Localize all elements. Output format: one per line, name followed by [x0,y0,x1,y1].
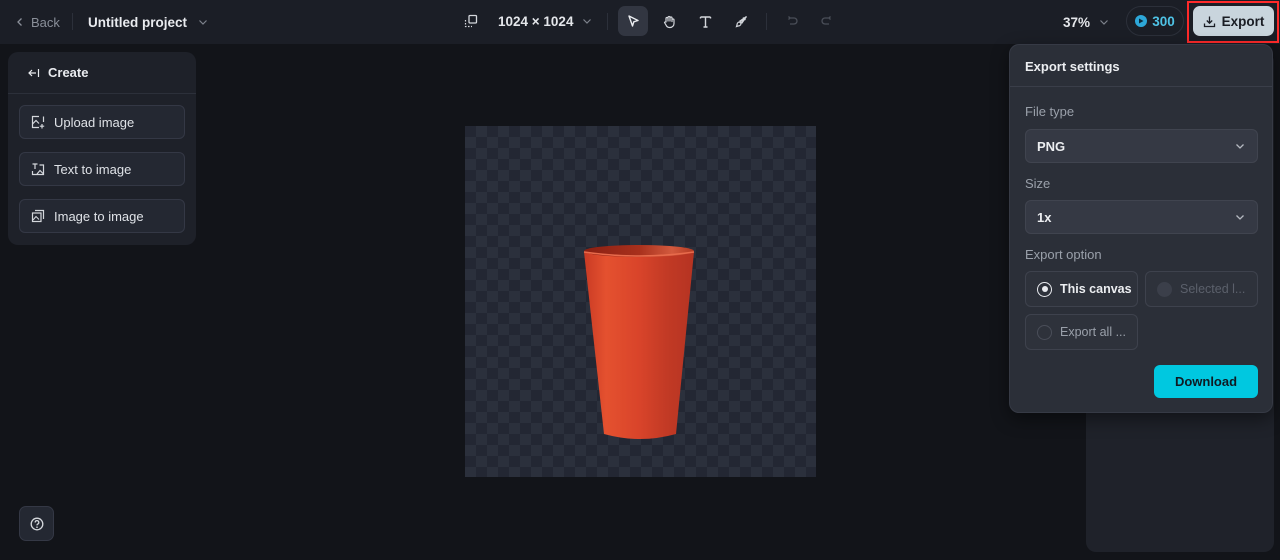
chevron-down-icon [1236,144,1244,149]
collapse-panel-icon [28,68,40,77]
brush-icon [735,15,747,27]
export-button[interactable]: Export [1193,6,1274,36]
chevron-down-icon [583,19,592,24]
file-type-value: PNG [1037,138,1066,154]
top-bar: Back Untitled project 1024 × 1024 37% 30… [0,0,1280,44]
chevron-down-icon [1100,20,1108,25]
text-tool-button[interactable] [690,6,720,36]
hand-tool-button[interactable] [654,6,684,36]
back-label: Back [31,14,60,30]
radio-disabled-icon [1157,281,1172,297]
text-to-image-button[interactable]: Text to image [19,152,185,186]
image-to-image-label: Image to image [54,208,144,224]
credits-count: 300 [1152,13,1175,29]
option-export-all[interactable]: Export all ... [1025,314,1138,350]
upload-image-icon [31,115,45,129]
option-label: This canvas [1060,282,1132,296]
brush-tool-button[interactable] [726,6,756,36]
divider [607,12,609,30]
credits-badge[interactable]: 300 [1126,6,1184,36]
option-this-canvas[interactable]: This canvas [1025,271,1138,307]
back-button[interactable]: Back [15,12,60,32]
create-panel-title: Create [48,65,89,80]
export-option-label: Export option [1025,247,1102,262]
export-settings-title: Export settings [1010,45,1272,87]
file-type-label: File type [1025,104,1075,119]
hand-icon [663,15,675,28]
image-to-image-button[interactable]: Image to image [19,199,185,233]
canvas-size-value: 1024 × 1024 [498,13,574,29]
help-icon [30,517,43,530]
upload-image-label: Upload image [54,114,135,130]
chevron-down-icon [199,20,207,25]
canvas-size-dropdown[interactable]: 1024 × 1024 [498,14,593,29]
size-select[interactable]: 1x [1025,200,1258,234]
text-icon [699,15,712,28]
radio-unselected-icon [1037,324,1052,340]
divider [72,13,73,30]
export-label: Export [1221,13,1265,29]
size-label: Size [1025,176,1051,191]
project-title: Untitled project [88,14,188,30]
undo-icon [787,15,798,25]
project-title-dropdown[interactable]: Untitled project [88,12,209,32]
chevron-left-icon [17,18,22,26]
download-button[interactable]: Download [1154,365,1258,398]
radio-selected-icon [1037,281,1052,297]
export-settings-popover: Export settings File type PNG Size 1x Ex… [1009,44,1273,413]
redo-icon [821,15,831,25]
image-to-image-icon [31,209,45,223]
resize-canvas-icon[interactable] [462,12,480,30]
text-to-image-icon [31,163,45,176]
redo-button[interactable] [811,6,841,36]
chevron-down-icon [1236,215,1244,220]
size-value: 1x [1037,209,1052,225]
undo-button[interactable] [777,6,807,36]
divider [766,12,768,30]
zoom-level-dropdown[interactable]: 37% [1063,12,1110,32]
download-icon [1203,16,1215,27]
upload-image-button[interactable]: Upload image [19,105,185,139]
option-label: Export all ... [1060,325,1126,339]
cursor-arrow-icon [628,14,639,27]
red-cup-image[interactable] [582,244,698,444]
zoom-level-value: 37% [1063,14,1091,30]
option-selected-layers: Selected l... [1145,271,1258,307]
file-type-select[interactable]: PNG [1025,129,1258,163]
credit-coin-icon [1135,15,1148,27]
center-toolbar: 1024 × 1024 [462,6,841,36]
canvas-artboard[interactable] [465,126,816,477]
create-panel: Create Upload image Text to image Image … [8,52,196,245]
help-button[interactable] [19,506,54,541]
select-tool-button[interactable] [618,6,649,36]
text-to-image-label: Text to image [54,161,132,177]
option-label: Selected l... [1180,282,1246,296]
create-panel-header[interactable]: Create [8,52,196,94]
